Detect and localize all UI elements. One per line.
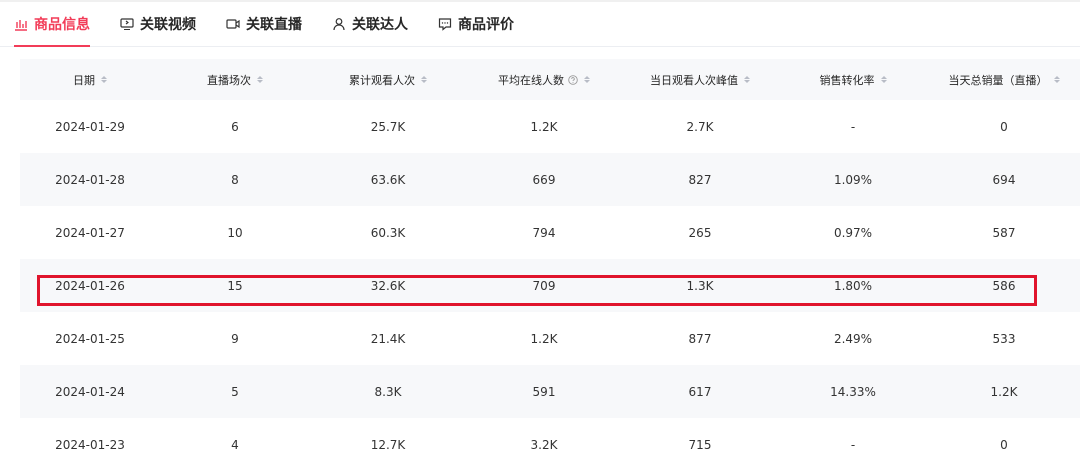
table-row: 2024-01-27 10 60.3K 794 265 0.97% 587 bbox=[20, 206, 1080, 259]
table-row-highlighted: 2024-01-26 15 32.6K 709 1.3K 1.80% 586 bbox=[20, 259, 1080, 312]
cell-conversion-rate: - bbox=[850, 437, 856, 452]
cell-date: 2024-01-27 bbox=[55, 225, 125, 240]
cell-conversion-rate: 14.33% bbox=[830, 384, 876, 399]
tab-label: 关联视频 bbox=[140, 17, 196, 33]
cell-conversion-rate: 0.97% bbox=[833, 225, 873, 240]
cell-total-views: 63.6K bbox=[370, 172, 406, 187]
sort-icon bbox=[744, 76, 750, 83]
cell-total-views: 60.3K bbox=[370, 225, 406, 240]
cell-peak-views: 2.7K bbox=[686, 119, 714, 134]
cell-avg-online: 669 bbox=[532, 172, 556, 187]
help-icon[interactable] bbox=[568, 74, 578, 85]
cell-live-sessions: 9 bbox=[231, 331, 239, 346]
cell-total-sales: 533 bbox=[992, 331, 1016, 346]
cell-peak-views: 715 bbox=[688, 437, 712, 452]
cell-conversion-rate: - bbox=[850, 119, 856, 134]
tab-product-info[interactable]: 商品信息 bbox=[14, 2, 90, 47]
sort-icon bbox=[584, 76, 590, 83]
sort-icon bbox=[101, 76, 107, 83]
cell-live-sessions: 5 bbox=[231, 384, 239, 399]
cell-date: 2024-01-26 bbox=[55, 278, 125, 293]
cell-avg-online: 794 bbox=[532, 225, 556, 240]
cell-avg-online: 3.2K bbox=[530, 437, 558, 452]
cell-total-sales: 0 bbox=[1000, 437, 1008, 452]
cell-peak-views: 617 bbox=[688, 384, 712, 399]
cell-conversion-rate: 1.09% bbox=[833, 172, 873, 187]
tab-related-influencers[interactable]: 关联达人 bbox=[332, 2, 408, 46]
cell-peak-views: 1.3K bbox=[686, 278, 714, 293]
cell-avg-online: 1.2K bbox=[530, 331, 558, 346]
cell-peak-views: 877 bbox=[688, 331, 712, 346]
cell-total-views: 21.4K bbox=[370, 331, 406, 346]
bar-chart-icon bbox=[15, 20, 27, 31]
cell-avg-online: 591 bbox=[532, 384, 556, 399]
sort-icon bbox=[1053, 76, 1060, 83]
cell-date: 2024-01-29 bbox=[55, 119, 125, 134]
tab-label: 关联达人 bbox=[352, 17, 408, 33]
cell-avg-online: 709 bbox=[532, 278, 556, 293]
header-conversion-rate[interactable]: 销售转化率 bbox=[778, 72, 928, 88]
header-total-views[interactable]: 累计观看人次 bbox=[310, 72, 466, 88]
header-avg-online[interactable]: 平均在线人数 bbox=[466, 72, 622, 88]
tab-related-videos[interactable]: 关联视频 bbox=[120, 2, 196, 46]
cell-live-sessions: 8 bbox=[231, 172, 239, 187]
cell-total-sales: 586 bbox=[992, 278, 1016, 293]
cell-conversion-rate: 1.80% bbox=[833, 278, 873, 293]
cell-total-sales: 694 bbox=[992, 172, 1016, 187]
cell-live-sessions: 4 bbox=[231, 437, 239, 452]
cell-total-views: 32.6K bbox=[370, 278, 406, 293]
header-total-sales[interactable]: 当天总销量（直播） bbox=[928, 72, 1080, 88]
table-row: 2024-01-24 5 8.3K 591 617 14.33% 1.2K bbox=[20, 365, 1080, 418]
tab-bar: 商品信息 关联视频 关联直播 关联达人 商品评价 bbox=[0, 2, 1080, 47]
sort-icon bbox=[257, 76, 263, 83]
cell-total-sales: 587 bbox=[992, 225, 1016, 240]
tab-label: 商品信息 bbox=[34, 17, 90, 33]
header-peak-views[interactable]: 当日观看人次峰值 bbox=[622, 72, 778, 88]
comment-icon bbox=[438, 18, 452, 31]
table-row: 2024-01-29 6 25.7K 1.2K 2.7K - 0 bbox=[20, 100, 1080, 153]
tab-label: 关联直播 bbox=[246, 17, 302, 33]
sort-icon bbox=[880, 76, 887, 83]
cell-total-views: 25.7K bbox=[370, 119, 406, 134]
monitor-icon bbox=[120, 18, 134, 31]
cell-live-sessions: 15 bbox=[227, 278, 243, 293]
table-header: 日期 直播场次 累计观看人次 平均在线人数 当日观看人次峰值 销售转化率 当天总… bbox=[20, 59, 1080, 100]
tab-product-reviews[interactable]: 商品评价 bbox=[438, 2, 514, 46]
cell-total-sales: 0 bbox=[1000, 119, 1008, 134]
camera-icon bbox=[226, 19, 240, 29]
table-row: 2024-01-28 8 63.6K 669 827 1.09% 694 bbox=[20, 153, 1080, 206]
cell-date: 2024-01-25 bbox=[55, 331, 125, 346]
header-live-sessions[interactable]: 直播场次 bbox=[160, 72, 310, 88]
cell-date: 2024-01-23 bbox=[55, 437, 125, 452]
sort-icon bbox=[421, 76, 427, 83]
cell-date: 2024-01-28 bbox=[55, 172, 125, 187]
header-date[interactable]: 日期 bbox=[20, 72, 160, 88]
cell-live-sessions: 6 bbox=[231, 119, 239, 134]
cell-avg-online: 1.2K bbox=[530, 119, 558, 134]
cell-peak-views: 265 bbox=[688, 225, 712, 240]
cell-peak-views: 827 bbox=[688, 172, 712, 187]
cell-date: 2024-01-24 bbox=[55, 384, 125, 399]
cell-total-views: 12.7K bbox=[370, 437, 406, 452]
tab-label: 商品评价 bbox=[458, 17, 514, 33]
cell-live-sessions: 10 bbox=[227, 225, 243, 240]
user-icon bbox=[333, 18, 345, 31]
cell-conversion-rate: 2.49% bbox=[833, 331, 873, 346]
data-table: 日期 直播场次 累计观看人次 平均在线人数 当日观看人次峰值 销售转化率 当天总… bbox=[20, 59, 1080, 471]
tab-related-live[interactable]: 关联直播 bbox=[226, 2, 302, 46]
cell-total-views: 8.3K bbox=[374, 384, 402, 399]
table-row: 2024-01-25 9 21.4K 1.2K 877 2.49% 533 bbox=[20, 312, 1080, 365]
cell-total-sales: 1.2K bbox=[990, 384, 1018, 399]
table-row: 2024-01-23 4 12.7K 3.2K 715 - 0 bbox=[20, 418, 1080, 471]
